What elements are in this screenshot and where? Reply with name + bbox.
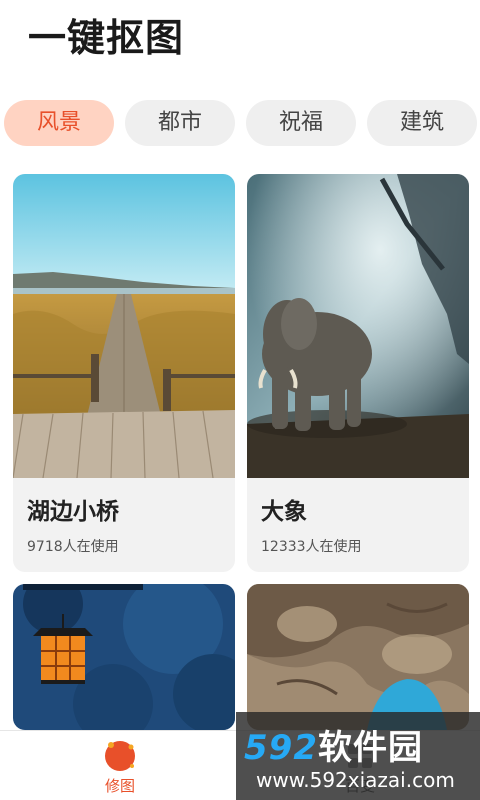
- site-watermark: 592软件园 www.592xiazai.com: [236, 712, 480, 800]
- page-title: 一键抠图: [28, 16, 185, 60]
- watermark-url: www.592xiazai.com: [256, 768, 455, 792]
- card-title: 大象: [261, 499, 307, 525]
- watermark-brand: 592软件园: [244, 720, 423, 769]
- card-usage-count: 9718人在使用: [27, 539, 119, 555]
- tab-city[interactable]: 都市: [125, 100, 235, 146]
- watermark-brand-text: 软件园: [317, 728, 423, 768]
- lantern-image: [13, 584, 235, 730]
- tab-scenery[interactable]: 风景: [4, 100, 114, 146]
- lake-bridge-image: [13, 174, 235, 478]
- cave-image: [247, 584, 469, 730]
- nav-label: 修图: [104, 777, 135, 795]
- template-card-lantern[interactable]: [13, 584, 235, 730]
- watermark-brand-number: 592: [244, 728, 318, 768]
- tab-blessing[interactable]: 祝福: [246, 100, 356, 146]
- template-card-lake-bridge[interactable]: 湖边小桥 9718人在使用: [13, 174, 235, 572]
- elephant-image: [247, 174, 469, 478]
- tab-architecture[interactable]: 建筑: [367, 100, 477, 146]
- nav-item-retouch[interactable]: 修图: [80, 739, 160, 796]
- card-usage-count: 12333人在使用: [261, 539, 362, 555]
- template-card-cave[interactable]: [247, 584, 469, 730]
- category-tabs: 风景 都市 祝福 建筑: [4, 100, 480, 148]
- card-title: 湖边小桥: [27, 499, 119, 525]
- template-card-elephant[interactable]: 大象 12333人在使用: [247, 174, 469, 572]
- cutout-logo-icon: [102, 739, 138, 773]
